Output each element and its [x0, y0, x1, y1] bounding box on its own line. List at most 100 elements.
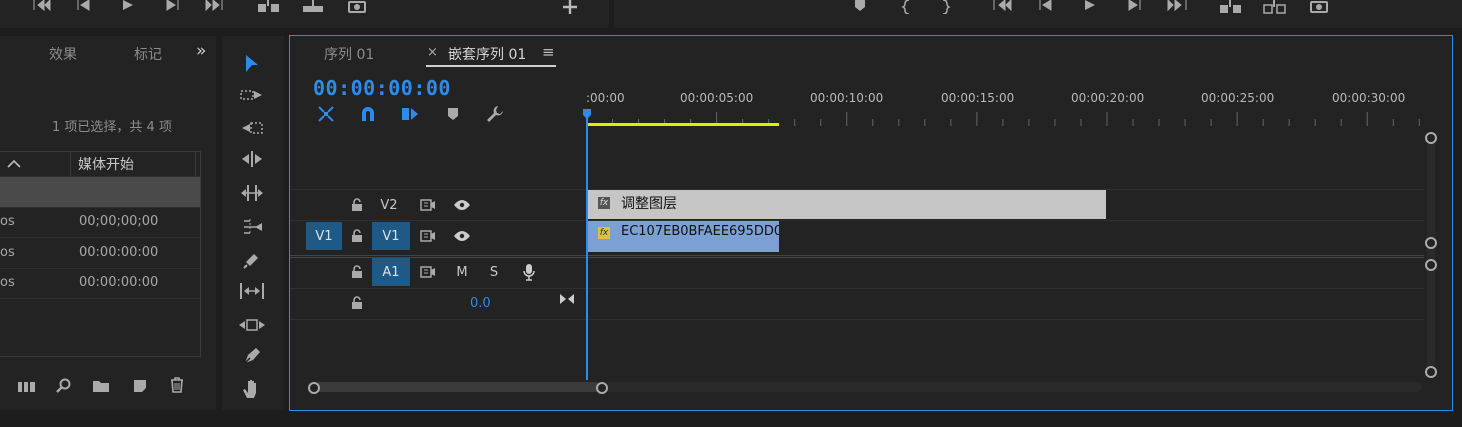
- extract-icon[interactable]: [1262, 0, 1288, 14]
- add-button-icon[interactable]: [560, 0, 580, 14]
- go-to-in-icon[interactable]: [990, 0, 1014, 12]
- ruler-label: :00:00: [586, 91, 625, 105]
- add-marker-icon[interactable]: [444, 105, 462, 123]
- search-icon[interactable]: [54, 376, 74, 396]
- mark-in-icon[interactable]: [898, 0, 914, 14]
- slip-tool-icon[interactable]: [236, 280, 268, 302]
- mark-out-icon[interactable]: [938, 0, 954, 14]
- track-divider: [290, 220, 1424, 221]
- zoom-handle-left[interactable]: [308, 382, 320, 394]
- panel-menu-icon[interactable]: ≡: [542, 43, 555, 61]
- linked-selection-icon[interactable]: [400, 104, 420, 124]
- toggle-output-eye-icon[interactable]: [452, 227, 472, 245]
- selection-tool-icon[interactable]: [240, 52, 264, 76]
- source-patch-v1[interactable]: V1: [306, 222, 342, 250]
- pen-tool-icon[interactable]: [238, 344, 266, 368]
- play-icon[interactable]: [1080, 0, 1100, 12]
- track-label-a1[interactable]: A1: [372, 258, 410, 286]
- track-label-v1[interactable]: V1: [372, 222, 410, 250]
- item-name: os: [0, 214, 15, 229]
- wrench-settings-icon[interactable]: [484, 104, 506, 124]
- list-item-selected[interactable]: [0, 177, 200, 208]
- rolling-edit-tool-icon[interactable]: [238, 148, 266, 170]
- tab-sequence-01[interactable]: 序列 01: [324, 44, 374, 64]
- master-volume-value[interactable]: 0.0: [470, 296, 491, 311]
- ripple-edit-tool-icon[interactable]: [238, 117, 266, 139]
- lift-icon[interactable]: [1218, 0, 1244, 14]
- step-forward-icon[interactable]: [1124, 0, 1144, 12]
- sync-lock-icon[interactable]: [418, 263, 438, 281]
- scroll-handle-bottom[interactable]: [1425, 237, 1437, 249]
- insert-icon[interactable]: [256, 0, 282, 14]
- lock-track-icon[interactable]: [348, 227, 366, 245]
- list-item[interactable]: os 00;00;00;00: [0, 207, 200, 238]
- vertical-scrollbar-track[interactable]: [1427, 132, 1435, 376]
- adjustment-layer-clip[interactable]: fx 调整图层: [586, 190, 1107, 219]
- ruler-label: 00:00:20:00: [1071, 91, 1145, 105]
- nest-toggle-icon[interactable]: [316, 104, 336, 124]
- razor-tool-icon[interactable]: [238, 248, 266, 272]
- fx-badge-icon: fx: [598, 227, 610, 239]
- new-bin-icon[interactable]: [90, 376, 112, 396]
- item-media-start: 00;00;00;00: [79, 214, 159, 229]
- export-frame-icon[interactable]: [346, 0, 368, 14]
- ruler-label: 00:00:25:00: [1201, 91, 1275, 105]
- tab-markers[interactable]: 标记: [134, 44, 162, 64]
- freeform-view-icon[interactable]: [16, 376, 38, 396]
- list-item[interactable]: os 00:00:00:00: [0, 238, 200, 269]
- trash-icon[interactable]: [166, 374, 188, 396]
- step-forward-icon[interactable]: [162, 0, 182, 12]
- voice-over-mic-icon[interactable]: [520, 262, 538, 282]
- panel-divider: [609, 0, 614, 28]
- go-to-out-icon[interactable]: [1166, 0, 1190, 12]
- slide-tool-icon[interactable]: [236, 314, 268, 336]
- zoom-handle-right[interactable]: [596, 382, 608, 394]
- item-name: os: [0, 275, 15, 290]
- column-divider[interactable]: [70, 152, 71, 176]
- mute-track-button[interactable]: M: [452, 258, 472, 286]
- play-icon[interactable]: [118, 0, 138, 12]
- sync-lock-icon[interactable]: [418, 196, 438, 214]
- lock-track-icon[interactable]: [348, 263, 366, 281]
- step-to-out-icon[interactable]: [204, 0, 226, 12]
- step-to-in-icon[interactable]: [30, 0, 52, 12]
- tab-nested-sequence-01[interactable]: 嵌套序列 01: [448, 44, 526, 64]
- multi-track-tool-icon[interactable]: [238, 216, 266, 238]
- new-item-icon[interactable]: [130, 376, 150, 396]
- overwrite-icon[interactable]: [300, 0, 326, 14]
- scroll-handle-top[interactable]: [1425, 132, 1437, 144]
- track-label-v2[interactable]: V2: [372, 191, 406, 219]
- list-item[interactable]: os 00:00:00:00: [0, 268, 200, 299]
- scroll-handle-top[interactable]: [1425, 259, 1437, 271]
- add-marker-icon[interactable]: [852, 0, 868, 12]
- track-select-tool-icon[interactable]: [238, 84, 266, 106]
- work-area-bar[interactable]: [586, 123, 779, 126]
- program-transport-bar: [0, 0, 1462, 28]
- panel-overflow-icon[interactable]: »: [196, 41, 206, 61]
- snap-magnet-icon[interactable]: [358, 104, 378, 124]
- column-divider[interactable]: [195, 152, 196, 176]
- playhead-line[interactable]: [586, 116, 588, 380]
- step-back-icon[interactable]: [1036, 0, 1056, 12]
- item-media-start: 00:00:00:00: [79, 245, 159, 260]
- ruler-label: 00:00:15:00: [941, 91, 1015, 105]
- lock-track-icon[interactable]: [348, 294, 366, 312]
- toggle-output-eye-icon[interactable]: [452, 196, 472, 214]
- close-tab-icon[interactable]: ×: [427, 45, 438, 60]
- sync-lock-icon[interactable]: [418, 227, 438, 245]
- scroll-handle-bottom[interactable]: [1425, 366, 1437, 378]
- hand-tool-icon[interactable]: [238, 376, 266, 402]
- rate-stretch-tool-icon[interactable]: [238, 182, 266, 204]
- export-frame-icon[interactable]: [1308, 0, 1330, 14]
- video-clip[interactable]: fx EC107EB0BFAEE695DD04: [586, 221, 779, 252]
- timeline-panel: 序列 01 × 嵌套序列 01 ≡ 00:00:00:00 :00:00 00:…: [289, 35, 1453, 411]
- column-header-media-start[interactable]: 媒体开始: [78, 154, 134, 174]
- solo-track-button[interactable]: S: [486, 258, 502, 286]
- go-to-end-icon[interactable]: [558, 291, 576, 307]
- lock-track-icon[interactable]: [348, 196, 366, 214]
- sort-chevron-up-icon[interactable]: [6, 158, 22, 168]
- tab-effects[interactable]: 效果: [49, 44, 77, 64]
- step-back-icon[interactable]: [74, 0, 94, 12]
- playhead-timecode[interactable]: 00:00:00:00: [313, 76, 451, 100]
- horizontal-scrollbar-thumb[interactable]: [314, 382, 600, 392]
